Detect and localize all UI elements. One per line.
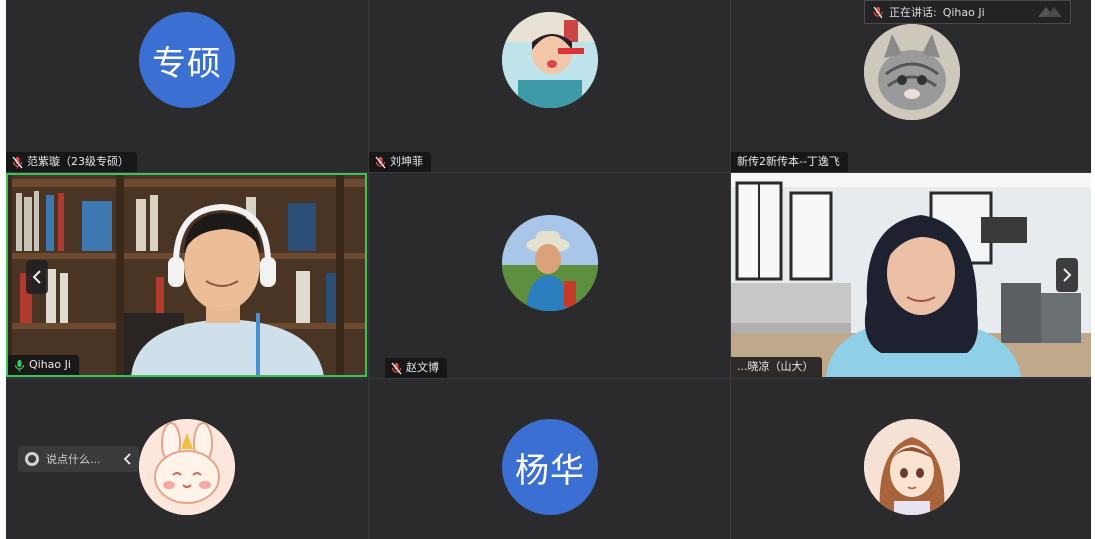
child-photo-icon [502, 12, 598, 108]
cat-photo-icon [864, 24, 960, 120]
mic-muted-icon [391, 362, 402, 374]
participant-nametag: Qihao Ji [8, 355, 79, 375]
participant-video-6[interactable]: ...晓凉（山大） [731, 173, 1091, 377]
bookshelf-video-feed [8, 175, 365, 375]
mic-muted-icon [375, 156, 386, 168]
hiker-photo-icon [502, 215, 598, 311]
emoji-icon[interactable] [24, 451, 40, 467]
chevron-left-icon[interactable] [123, 453, 133, 465]
mic-active-icon [14, 359, 25, 371]
meeting-gallery: 专硕 范紫璇（23级专硕） 刘坤菲 新传2新传本--丁逸飞 正在讲话: Qiha… [6, 0, 1091, 539]
participant-name: ...晓凉（山大） [737, 360, 814, 373]
chat-input[interactable]: 说点什么... [46, 451, 117, 467]
bunny-cartoon-icon [139, 419, 235, 515]
participant-nametag: 赵文博 [385, 358, 447, 378]
mic-muted-icon [12, 156, 23, 168]
prev-page-button[interactable] [26, 260, 48, 294]
anime-girl-avatar [864, 419, 960, 515]
speaking-label: 正在讲话: [889, 6, 937, 19]
avatar-text: 专硕 [139, 12, 235, 108]
participant-name: Qihao Ji [29, 358, 71, 371]
participant-nametag: 刘坤菲 [369, 152, 431, 172]
living-room-video-feed [731, 173, 1091, 377]
avatar-text: 杨华 [502, 419, 598, 515]
participant-nametag: ...晓凉（山大） [731, 357, 822, 377]
chevron-left-icon [32, 270, 41, 284]
speaking-indicator: 正在讲话: Qihao Ji [864, 0, 1071, 24]
participant-tile-2[interactable]: 刘坤菲 [369, 0, 730, 172]
next-page-button[interactable] [1056, 258, 1078, 292]
participant-tile-1[interactable]: 专硕 范紫璇（23级专硕） [6, 0, 368, 172]
cat-photo-avatar [864, 24, 960, 120]
participant-name: 刘坤菲 [390, 155, 423, 168]
participant-tile-3[interactable]: 新传2新传本--丁逸飞 [731, 0, 1091, 172]
bunny-cartoon-avatar [139, 419, 235, 515]
child-photo-avatar [502, 12, 598, 108]
signal-icon [1038, 7, 1062, 17]
hiker-photo-avatar [502, 215, 598, 311]
participant-nametag: 新传2新传本--丁逸飞 [731, 152, 848, 172]
participant-tile-5[interactable]: 赵文博 [369, 173, 730, 378]
mic-muted-icon [873, 6, 883, 18]
anime-girl-icon [864, 419, 960, 515]
participant-name: 范紫璇（23级专硕） [27, 155, 129, 168]
chevron-right-icon [1063, 268, 1072, 282]
participant-nametag: 范紫璇（23级专硕） [6, 152, 137, 172]
chat-input-bar[interactable]: 说点什么... [18, 446, 139, 472]
participant-tile-9[interactable] [731, 379, 1091, 539]
participant-name: 新传2新传本--丁逸飞 [737, 155, 840, 168]
speaking-name: Qihao Ji [942, 5, 985, 19]
participant-name: 赵文博 [406, 361, 439, 374]
participant-tile-8[interactable]: 杨华 [369, 379, 730, 539]
participant-video-active-speaker[interactable]: Qihao Ji [6, 173, 367, 377]
